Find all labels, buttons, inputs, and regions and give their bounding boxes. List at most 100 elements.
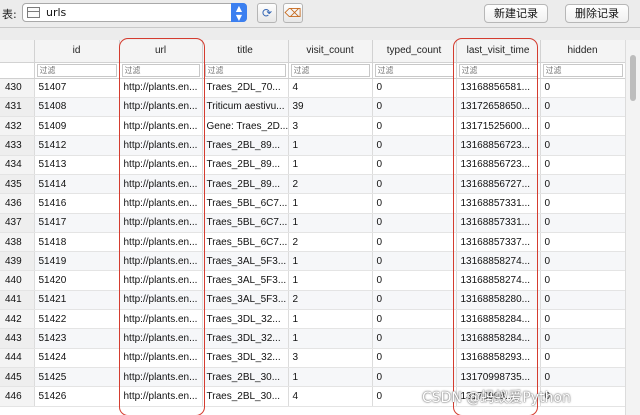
table-row[interactable]: 436 51416 http://plants.en... Traes_5BL_6C7… xyxy=(0,193,626,214)
cell-url[interactable]: http://plants.en... xyxy=(119,386,203,407)
cell-id[interactable]: 51408 xyxy=(34,97,120,118)
scroll-thumb[interactable] xyxy=(630,55,636,101)
cell-visit-count[interactable]: 4 xyxy=(288,78,373,98)
cell-visit-count[interactable]: 39 xyxy=(288,97,373,118)
cell-visit-count[interactable]: 1 xyxy=(288,328,373,349)
table-row[interactable]: 437 51417 http://plants.en... Traes_5BL_6C7… xyxy=(0,213,626,233)
cell-hidden[interactable]: 0 xyxy=(540,290,626,311)
cell-hidden[interactable]: 0 xyxy=(540,116,626,137)
cell-url[interactable]: http://plants.en... xyxy=(119,232,203,253)
cell-typed-count[interactable]: 0 xyxy=(372,328,457,349)
cell-title[interactable]: Traes_5BL_6C7... xyxy=(202,232,289,253)
cell-typed-count[interactable]: 0 xyxy=(372,232,457,253)
cell-typed-count[interactable]: 0 xyxy=(372,97,457,118)
cell-title[interactable]: Triticum aestivu... xyxy=(202,97,289,118)
cell-title[interactable]: Traes_2BL_30... xyxy=(202,386,289,407)
cell-title[interactable]: Traes_3AL_5F3... xyxy=(202,290,289,311)
table-row[interactable]: 444 51424 http://plants.en... Traes_3DL_32.… xyxy=(0,348,626,368)
cell-url[interactable]: http://plants.en... xyxy=(119,174,203,195)
cell-typed-count[interactable]: 0 xyxy=(372,251,457,272)
cell-title[interactable]: Traes_2DL_70... xyxy=(202,78,289,98)
cell-hidden[interactable]: 0 xyxy=(540,232,626,253)
cell-last-visit-time[interactable]: 13168858284... xyxy=(456,309,541,330)
cell-hidden[interactable]: 0 xyxy=(540,174,626,195)
cell-title[interactable]: Traes_2BL_89... xyxy=(202,155,289,175)
table-row[interactable]: 441 51421 http://plants.en... Traes_3AL_5F3… xyxy=(0,290,626,311)
cell-last-visit-time[interactable]: 13171525600... xyxy=(456,116,541,137)
column-header-id[interactable]: id xyxy=(34,40,120,63)
cell-typed-count[interactable]: 0 xyxy=(372,367,457,388)
column-header-hidden[interactable]: hidden xyxy=(540,40,626,63)
cell-last-visit-time[interactable]: 13168857337... xyxy=(456,232,541,253)
cell-visit-count[interactable]: 4 xyxy=(288,386,373,407)
cell-url[interactable]: http://plants.en... xyxy=(119,135,203,156)
filter-input-id[interactable] xyxy=(36,63,117,77)
cell-visit-count[interactable]: 1 xyxy=(288,251,373,272)
cell-id[interactable]: 51414 xyxy=(34,174,120,195)
column-header-last-visit-time[interactable]: last_visit_time xyxy=(456,40,541,63)
cell-url[interactable]: http://plants.en... xyxy=(119,116,203,137)
cell-visit-count[interactable]: 2 xyxy=(288,174,373,195)
column-header-visit-count[interactable]: visit_count xyxy=(288,40,373,63)
cell-id[interactable]: 51426 xyxy=(34,386,120,407)
cell-url[interactable]: http://plants.en... xyxy=(119,155,203,175)
cell-hidden[interactable]: 0 xyxy=(540,135,626,156)
cell-url[interactable]: http://plants.en... xyxy=(119,97,203,118)
cell-id[interactable]: 51425 xyxy=(34,367,120,388)
cell-visit-count[interactable]: 3 xyxy=(288,116,373,137)
cell-id[interactable]: 51417 xyxy=(34,213,120,233)
table-select[interactable]: urls ▲ ▼ xyxy=(22,3,247,22)
cell-typed-count[interactable]: 0 xyxy=(372,193,457,214)
table-row[interactable]: 432 51409 http://plants.en... Gene: Traes_2… xyxy=(0,116,626,137)
cell-url[interactable]: http://plants.en... xyxy=(119,270,203,291)
filter-input-visit-count[interactable] xyxy=(290,63,370,77)
cell-id[interactable]: 51421 xyxy=(34,290,120,311)
cell-visit-count[interactable]: 1 xyxy=(288,309,373,330)
vertical-scrollbar[interactable] xyxy=(625,40,640,415)
cell-id[interactable]: 51423 xyxy=(34,328,120,349)
cell-last-visit-time[interactable]: 13168858274... xyxy=(456,251,541,272)
table-row[interactable]: 434 51413 http://plants.en... Traes_2BL_89.… xyxy=(0,155,626,175)
cell-last-visit-time[interactable]: 13168856723... xyxy=(456,135,541,156)
cell-title[interactable]: Traes_5BL_6C7... xyxy=(202,193,289,214)
cell-hidden[interactable]: 0 xyxy=(540,155,626,175)
cell-typed-count[interactable]: 0 xyxy=(372,155,457,175)
cell-visit-count[interactable]: 1 xyxy=(288,155,373,175)
cell-last-visit-time[interactable]: 13170998735... xyxy=(456,367,541,388)
cell-id[interactable]: 51419 xyxy=(34,251,120,272)
cell-typed-count[interactable]: 0 xyxy=(372,309,457,330)
cell-title[interactable]: Traes_3DL_32... xyxy=(202,348,289,368)
cell-last-visit-time[interactable]: 13168856581... xyxy=(456,78,541,98)
table-row[interactable]: 438 51418 http://plants.en... Traes_5BL_6C7… xyxy=(0,232,626,253)
cell-id[interactable]: 51412 xyxy=(34,135,120,156)
clear-filter-icon[interactable]: ⌫ xyxy=(283,3,303,23)
new-record-button[interactable]: 新建记录 xyxy=(484,4,548,23)
cell-hidden[interactable]: 0 xyxy=(540,309,626,330)
cell-typed-count[interactable]: 0 xyxy=(372,116,457,137)
cell-last-visit-time[interactable]: 13168857331... xyxy=(456,213,541,233)
dropdown-arrows-icon[interactable]: ▲ ▼ xyxy=(231,3,247,22)
cell-title[interactable]: Traes_2BL_89... xyxy=(202,135,289,156)
cell-id[interactable]: 51418 xyxy=(34,232,120,253)
table-row[interactable]: 439 51419 http://plants.en... Traes_3AL_5F3… xyxy=(0,251,626,272)
cell-title[interactable]: Traes_5BL_6C7... xyxy=(202,213,289,233)
delete-record-button[interactable]: 删除记录 xyxy=(565,4,629,23)
cell-typed-count[interactable]: 0 xyxy=(372,78,457,98)
column-header-title[interactable]: title xyxy=(202,40,289,63)
cell-id[interactable]: 51422 xyxy=(34,309,120,330)
cell-visit-count[interactable]: 1 xyxy=(288,213,373,233)
cell-hidden[interactable]: 0 xyxy=(540,270,626,291)
cell-id[interactable]: 51413 xyxy=(34,155,120,175)
cell-last-visit-time[interactable]: 13172658650... xyxy=(456,97,541,118)
cell-url[interactable]: http://plants.en... xyxy=(119,348,203,368)
table-row[interactable]: 445 51425 http://plants.en... Traes_2BL_30.… xyxy=(0,367,626,388)
cell-hidden[interactable]: 0 xyxy=(540,251,626,272)
data-grid[interactable]: id url title visit_count typed_count last_vis… xyxy=(0,40,640,415)
filter-input-title[interactable] xyxy=(204,63,286,77)
table-row[interactable]: 440 51420 http://plants.en... Traes_3AL_5F3… xyxy=(0,270,626,291)
cell-url[interactable]: http://plants.en... xyxy=(119,328,203,349)
cell-typed-count[interactable]: 0 xyxy=(372,270,457,291)
cell-url[interactable]: http://plants.en... xyxy=(119,251,203,272)
cell-last-visit-time[interactable]: 13168856723... xyxy=(456,155,541,175)
cell-visit-count[interactable]: 1 xyxy=(288,270,373,291)
